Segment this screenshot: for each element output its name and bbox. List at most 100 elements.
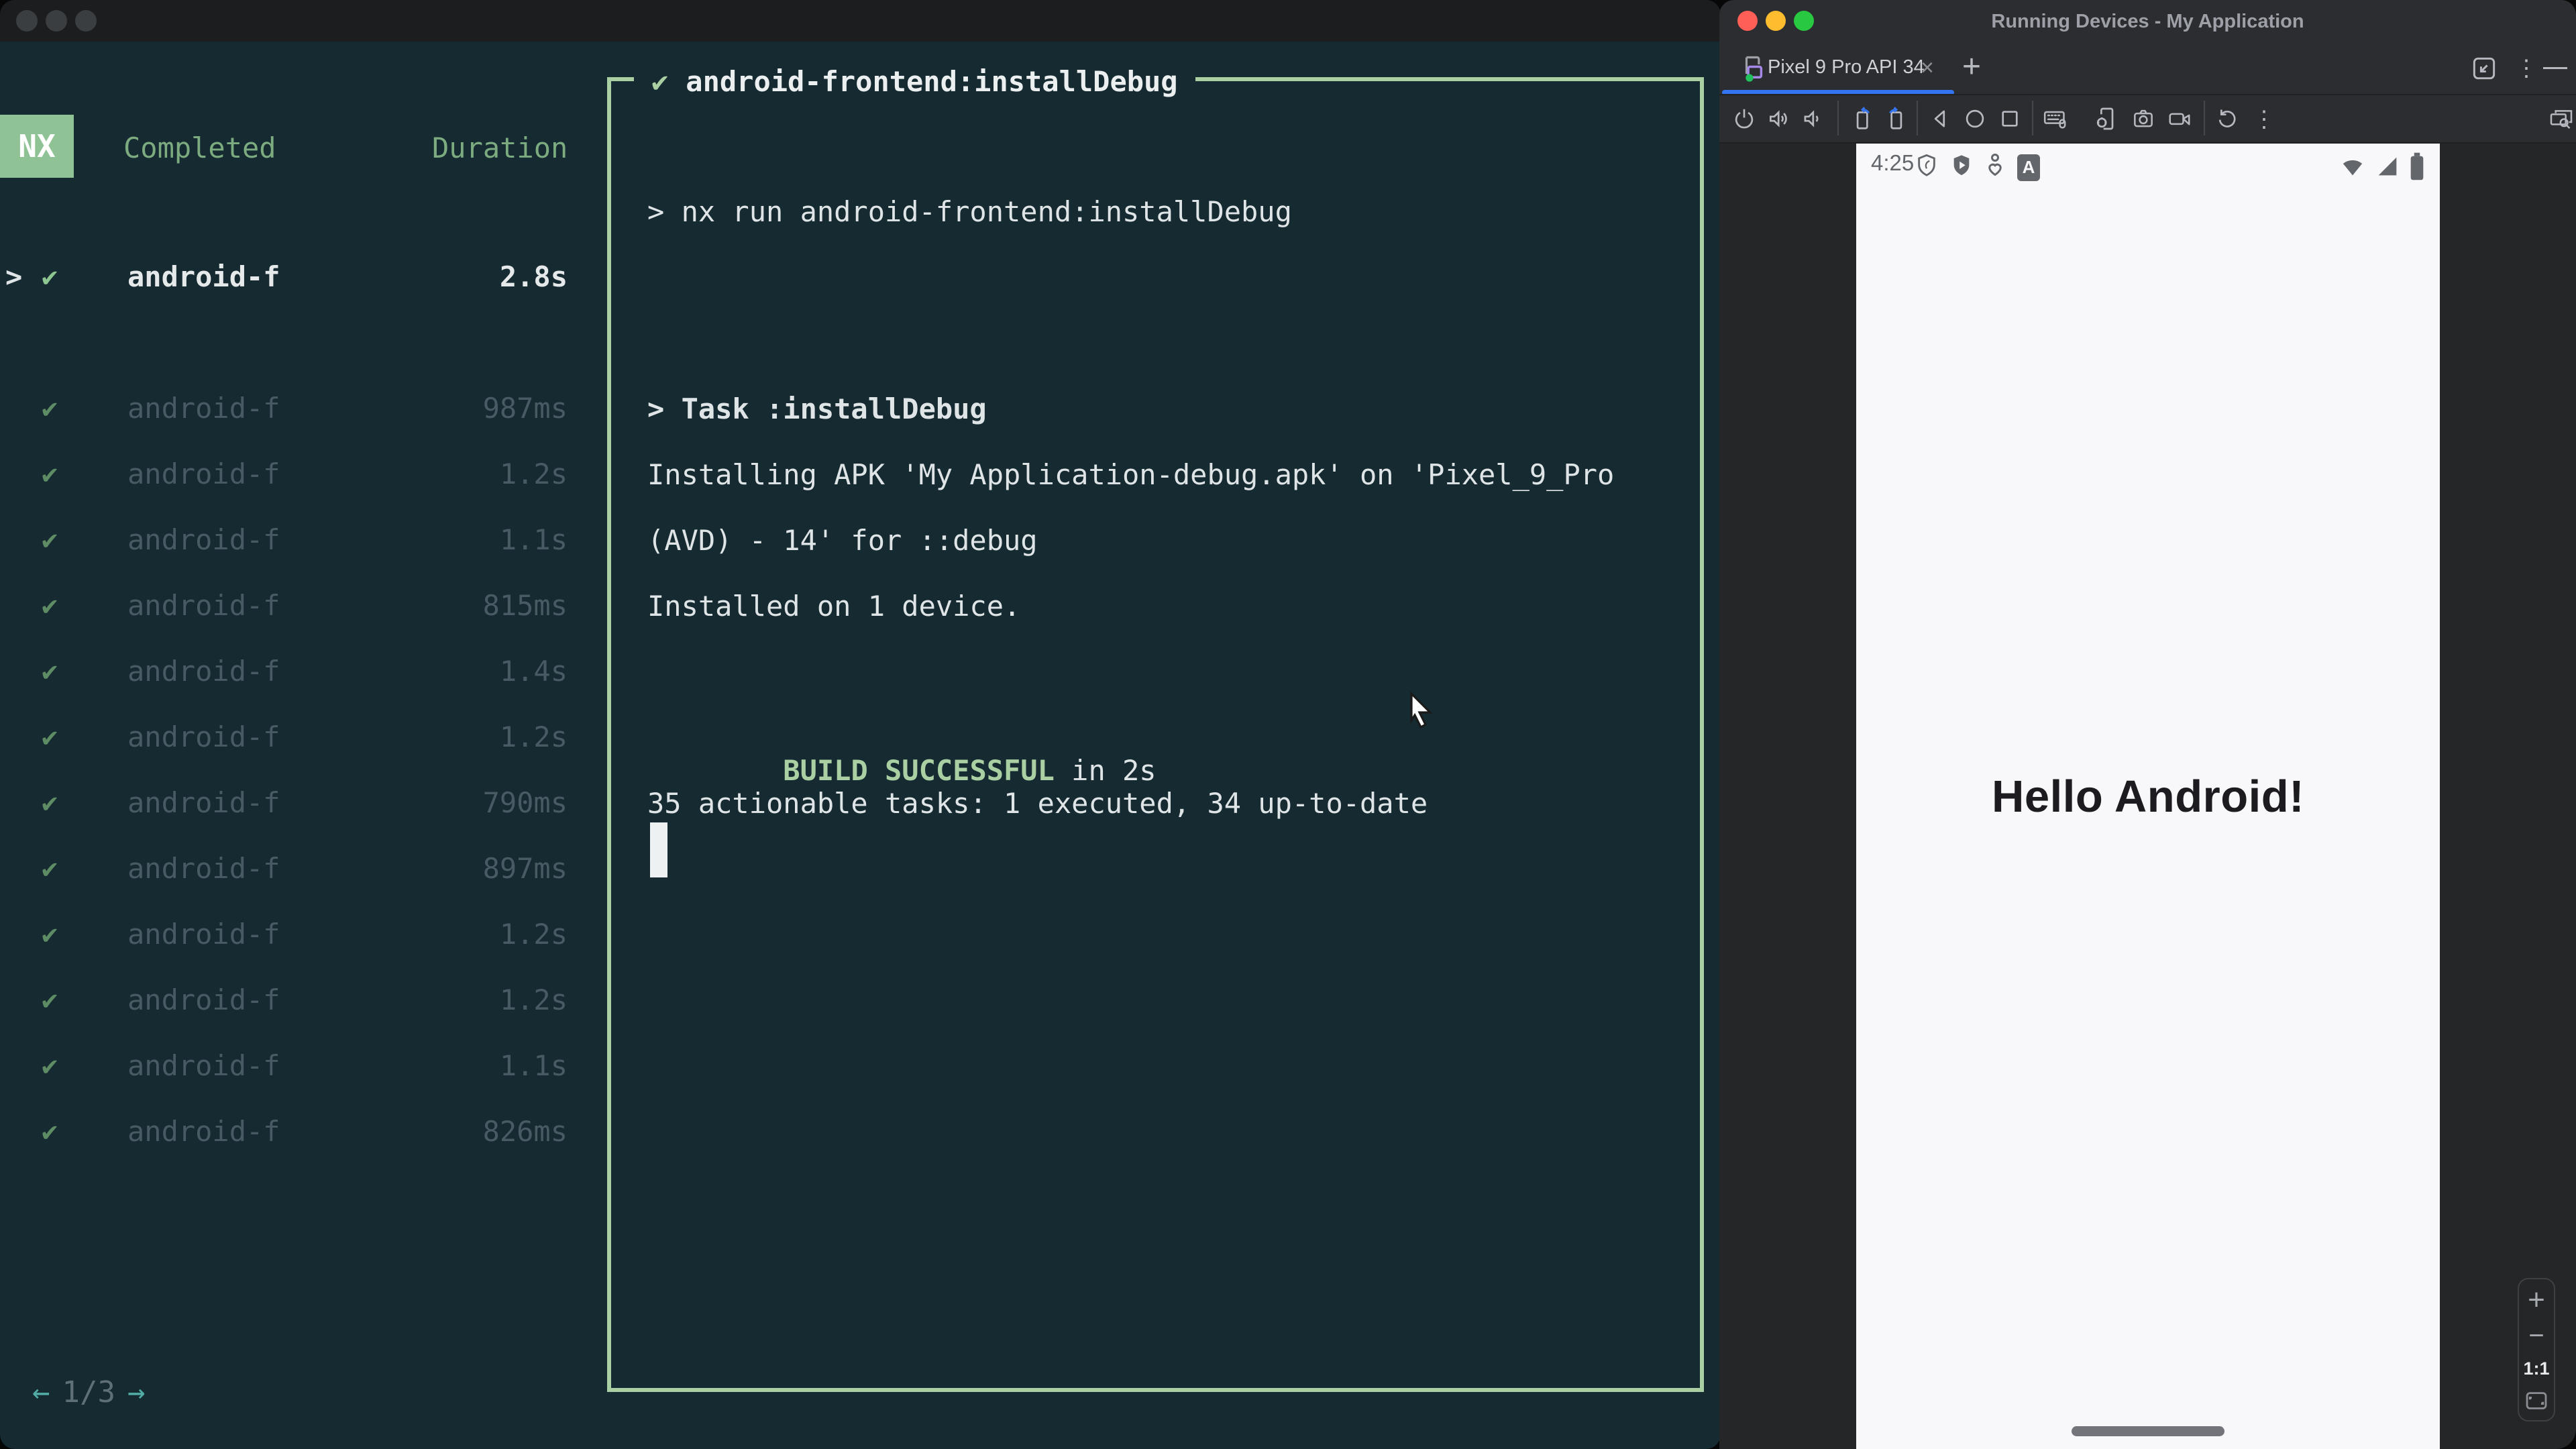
- home-icon[interactable]: [1961, 105, 1989, 133]
- battery-icon: [2409, 152, 2425, 184]
- zoom-in-button[interactable]: +: [2519, 1283, 2554, 1317]
- reset-icon[interactable]: [2213, 105, 2241, 133]
- zoom-controls: + − 1:1: [2518, 1278, 2555, 1421]
- check-icon: ✔: [42, 722, 58, 753]
- desktop: NX Completed Duration > ✔ android-f 2.8s…: [0, 0, 2576, 1449]
- pagination: ← 1/3 →: [32, 1375, 145, 1409]
- task-name: android-f: [127, 458, 280, 490]
- back-icon[interactable]: [1927, 105, 1955, 133]
- keyboard-icon[interactable]: [2041, 105, 2070, 133]
- volume-down-icon[interactable]: [1799, 105, 1827, 133]
- task-row[interactable]: ✔ android-f 987ms: [42, 389, 568, 429]
- task-row[interactable]: ✔ android-f 1.4s: [42, 652, 568, 692]
- terminal-line-installing-2: (AVD) - 14' for ::debug: [647, 524, 1038, 557]
- task-output-title-text: android-frontend:installDebug: [686, 64, 1178, 98]
- task-duration: 1.4s: [499, 655, 568, 688]
- task-row[interactable]: ✔ android-f 897ms: [42, 849, 568, 890]
- next-page-arrow-icon[interactable]: →: [127, 1375, 146, 1409]
- separator: [2032, 101, 2033, 136]
- a-badge-icon: A: [2017, 154, 2040, 181]
- separator: [1837, 101, 1839, 136]
- volume-up-icon[interactable]: [1765, 105, 1793, 133]
- device-tab-bar: Pixel 9 Pro API 34 × + ⋮: [1719, 43, 2576, 95]
- shield-outline-icon: [1915, 152, 1938, 182]
- column-header-completed: Completed: [123, 131, 276, 164]
- separator: [1917, 101, 1918, 136]
- more-vertical-icon[interactable]: ⋮: [2253, 106, 2275, 133]
- emulator-display-panel: 4:25 A Hello Android! + − 1:1: [1719, 144, 2576, 1449]
- studio-titlebar[interactable]: Running Devices - My Application: [1719, 0, 2576, 43]
- task-duration: 790ms: [482, 786, 568, 819]
- shield-play-icon: [1950, 152, 1973, 182]
- task-name: android-f: [127, 918, 280, 951]
- tab-device-label[interactable]: Pixel 9 Pro API 34: [1768, 56, 1925, 78]
- more-vertical-icon[interactable]: ⋮: [2515, 55, 2538, 82]
- task-row-selected[interactable]: ✔ android-f 2.8s: [42, 258, 568, 298]
- tab-close-icon[interactable]: ×: [1921, 55, 1934, 81]
- power-icon[interactable]: [1730, 105, 1758, 133]
- minimize-icon[interactable]: [2543, 67, 2567, 69]
- terminal-line-installed: Installed on 1 device.: [647, 590, 1021, 623]
- task-row[interactable]: ✔ android-f 815ms: [42, 586, 568, 627]
- add-tab-icon[interactable]: +: [1962, 48, 1981, 85]
- nx-terminal-window: NX Completed Duration > ✔ android-f 2.8s…: [0, 0, 1721, 1449]
- check-icon: ✔: [42, 262, 58, 292]
- wellbeing-icon: [1985, 152, 2005, 183]
- task-duration: 1.2s: [499, 983, 568, 1016]
- task-duration: 1.2s: [499, 720, 568, 753]
- terminal-titlebar[interactable]: [0, 0, 1721, 42]
- rotate-right-icon[interactable]: [1882, 105, 1910, 133]
- terminal-line-task: > Task :installDebug: [647, 392, 987, 425]
- zoom-ratio-button[interactable]: 1:1: [2519, 1358, 2554, 1379]
- column-header-duration: Duration: [432, 131, 568, 164]
- task-output-panel: ✔ android-frontend:installDebug > nx run…: [607, 58, 1704, 1392]
- task-name: android-f: [127, 1049, 280, 1082]
- terminal-line-command: > nx run android-frontend:installDebug: [647, 195, 1292, 228]
- emulator-screen[interactable]: 4:25 A Hello Android!: [1856, 144, 2440, 1449]
- check-icon: ✔: [42, 525, 58, 555]
- task-duration: 815ms: [482, 589, 568, 622]
- task-row[interactable]: ✔ android-f 1.2s: [42, 981, 568, 1021]
- zoom-out-button[interactable]: −: [2519, 1321, 2554, 1351]
- dock-window-icon[interactable]: [2469, 54, 2499, 87]
- gesture-nav-pill[interactable]: [2072, 1426, 2224, 1436]
- status-icons-left: A: [1915, 152, 2040, 183]
- task-row[interactable]: ✔ android-f 790ms: [42, 784, 568, 824]
- task-name: android-f: [127, 786, 280, 819]
- prev-page-arrow-icon[interactable]: ←: [32, 1375, 50, 1409]
- task-row[interactable]: ✔ android-f 826ms: [42, 1112, 568, 1152]
- task-output-title: ✔ android-frontend:installDebug: [634, 58, 1195, 104]
- check-icon: ✔: [42, 1051, 58, 1081]
- check-icon: ✔: [42, 853, 58, 884]
- traffic-light-close-icon[interactable]: [16, 10, 38, 32]
- displays-search-icon[interactable]: [2547, 105, 2575, 133]
- overview-icon[interactable]: [1996, 105, 2024, 133]
- task-name: android-f: [127, 1115, 280, 1148]
- task-duration: 826ms: [482, 1115, 568, 1148]
- task-row[interactable]: ✔ android-f 1.2s: [42, 455, 568, 495]
- task-duration: 897ms: [482, 852, 568, 885]
- task-name: android-f: [127, 523, 280, 556]
- task-row[interactable]: ✔ android-f 1.2s: [42, 718, 568, 758]
- device-settings-icon[interactable]: [2092, 105, 2120, 133]
- selected-task-chevron: >: [5, 260, 23, 293]
- screen-record-icon[interactable]: [2165, 105, 2194, 133]
- status-time: 4:25: [1871, 150, 1915, 175]
- task-duration: 1.2s: [499, 918, 568, 951]
- traffic-light-minimize-icon[interactable]: [46, 10, 67, 32]
- task-row[interactable]: ✔ android-f 1.1s: [42, 521, 568, 561]
- task-duration: 1.1s: [499, 523, 568, 556]
- task-name: android-f: [127, 655, 280, 688]
- page-indicator: 1/3: [62, 1375, 115, 1409]
- traffic-light-zoom-icon[interactable]: [75, 10, 97, 32]
- check-icon: ✔: [42, 459, 58, 490]
- screenshot-icon[interactable]: [2129, 105, 2157, 133]
- rotate-left-icon[interactable]: [1849, 105, 1877, 133]
- emulator-toolbar: ⋮: [1719, 95, 2576, 142]
- task-row[interactable]: ✔ android-f 1.1s: [42, 1046, 568, 1087]
- check-icon: ✔: [42, 985, 58, 1016]
- fit-to-window-icon[interactable]: [2519, 1387, 2554, 1418]
- task-row[interactable]: ✔ android-f 1.2s: [42, 915, 568, 955]
- terminal-line-installing-1: Installing APK 'My Application-debug.apk…: [647, 458, 1615, 491]
- task-duration: 2.8s: [499, 260, 568, 293]
